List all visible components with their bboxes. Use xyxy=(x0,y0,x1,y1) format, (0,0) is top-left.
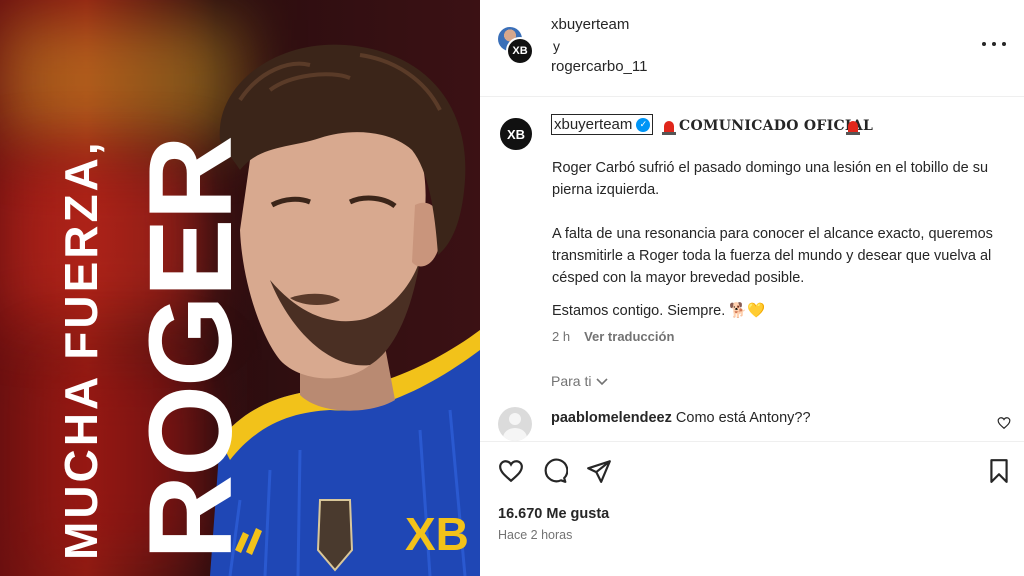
post-timestamp[interactable]: Hace 2 horas xyxy=(498,528,572,542)
share-icon[interactable] xyxy=(586,458,612,484)
avatar[interactable]: XB xyxy=(506,37,534,65)
for-you-toggle[interactable]: Para ti xyxy=(551,373,609,389)
heart-icon[interactable] xyxy=(498,458,524,484)
caption-paragraph: A falta de una resonancia para conocer e… xyxy=(552,226,993,286)
likes-count[interactable]: 16.670 Me gusta xyxy=(498,506,609,522)
svg-text:XB: XB xyxy=(405,508,469,560)
header-connector: y xyxy=(553,38,560,54)
chevron-down-icon xyxy=(596,378,609,386)
caption-username[interactable]: xbuyerteam ✓ xyxy=(551,114,654,135)
post-image[interactable]: XB MUCHA FUERZA, ROGER xyxy=(0,0,480,576)
caption-title: COMUNICADO OFICIAL xyxy=(679,118,874,134)
header-username[interactable]: rogercarbo_11 xyxy=(551,58,647,75)
caption-time: 2 h xyxy=(552,329,571,344)
translate-link[interactable]: Ver traducción xyxy=(584,329,674,344)
avatar[interactable] xyxy=(498,407,532,441)
collab-avatars[interactable]: XB xyxy=(498,27,538,67)
image-tagline: MUCHA FUERZA, xyxy=(55,139,107,560)
comment: paablomelendeez Como está Antony?? xyxy=(551,410,811,426)
image-player-name: ROGER xyxy=(125,137,257,560)
caption-username-label: xbuyerteam xyxy=(554,116,633,133)
avatar-monogram: XB xyxy=(512,45,528,57)
verified-icon: ✓ xyxy=(636,117,651,132)
siren-icon xyxy=(662,121,676,135)
siren-icon xyxy=(846,121,860,135)
caption-paragraph: Roger Carbó sufrió el pasado domingo una… xyxy=(552,160,989,198)
divider xyxy=(480,96,1024,97)
post-panel: XB xbuyerteam y rogercarbo_11 XB xbuyert… xyxy=(480,0,1024,576)
header-username[interactable]: xbuyerteam xyxy=(551,16,629,33)
divider xyxy=(480,441,1024,442)
caption-meta: 2 h Ver traducción xyxy=(552,329,674,344)
comment-icon[interactable] xyxy=(542,458,568,484)
for-you-label: Para ti xyxy=(551,373,592,389)
bookmark-icon[interactable] xyxy=(986,458,1012,484)
comment-username[interactable]: paablomelendeez xyxy=(551,410,672,426)
avatar[interactable]: XB xyxy=(498,116,534,152)
caption-paragraph: Estamos contigo. Siempre. 🐕💛 xyxy=(552,303,766,319)
more-icon-dot xyxy=(1002,42,1006,46)
avatar-monogram: XB xyxy=(506,126,526,142)
comment-text: Como está Antony?? xyxy=(675,410,811,426)
heart-icon[interactable] xyxy=(997,416,1011,430)
more-icon xyxy=(982,42,986,46)
more-icon-dot xyxy=(992,42,996,46)
more-options-button[interactable] xyxy=(982,34,1006,54)
